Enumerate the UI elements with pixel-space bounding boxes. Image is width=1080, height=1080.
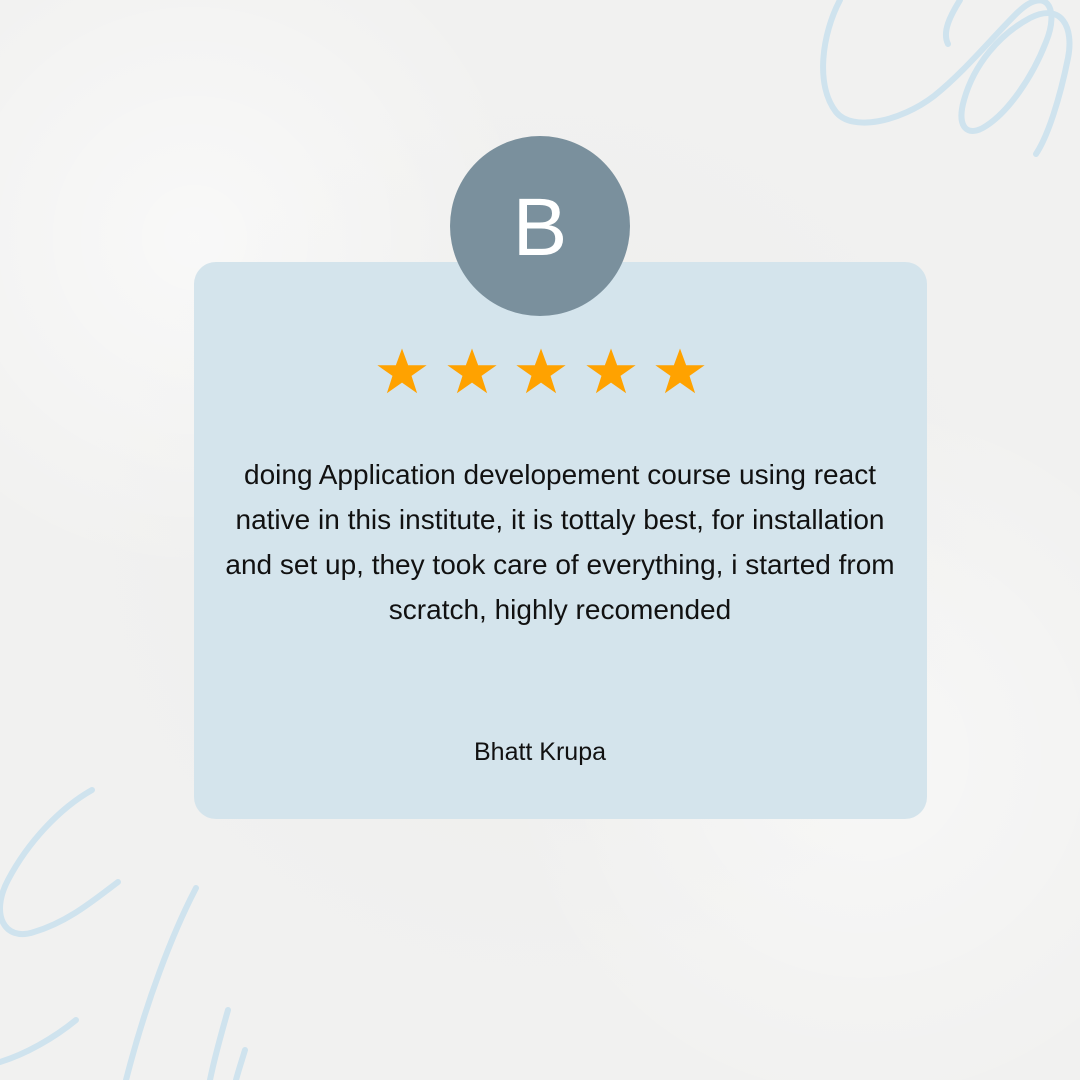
rating-stars	[374, 344, 708, 400]
star-icon	[377, 348, 427, 394]
reviewer-name: Bhatt Krupa	[473, 738, 607, 766]
star-icon	[516, 348, 566, 394]
star-icon	[585, 348, 636, 394]
avatar-initial: B	[512, 182, 568, 273]
star-icon	[446, 348, 497, 394]
star-icon	[655, 348, 705, 394]
avatar: B	[450, 136, 630, 316]
review-text: doing Application developement course us…	[225, 459, 895, 625]
